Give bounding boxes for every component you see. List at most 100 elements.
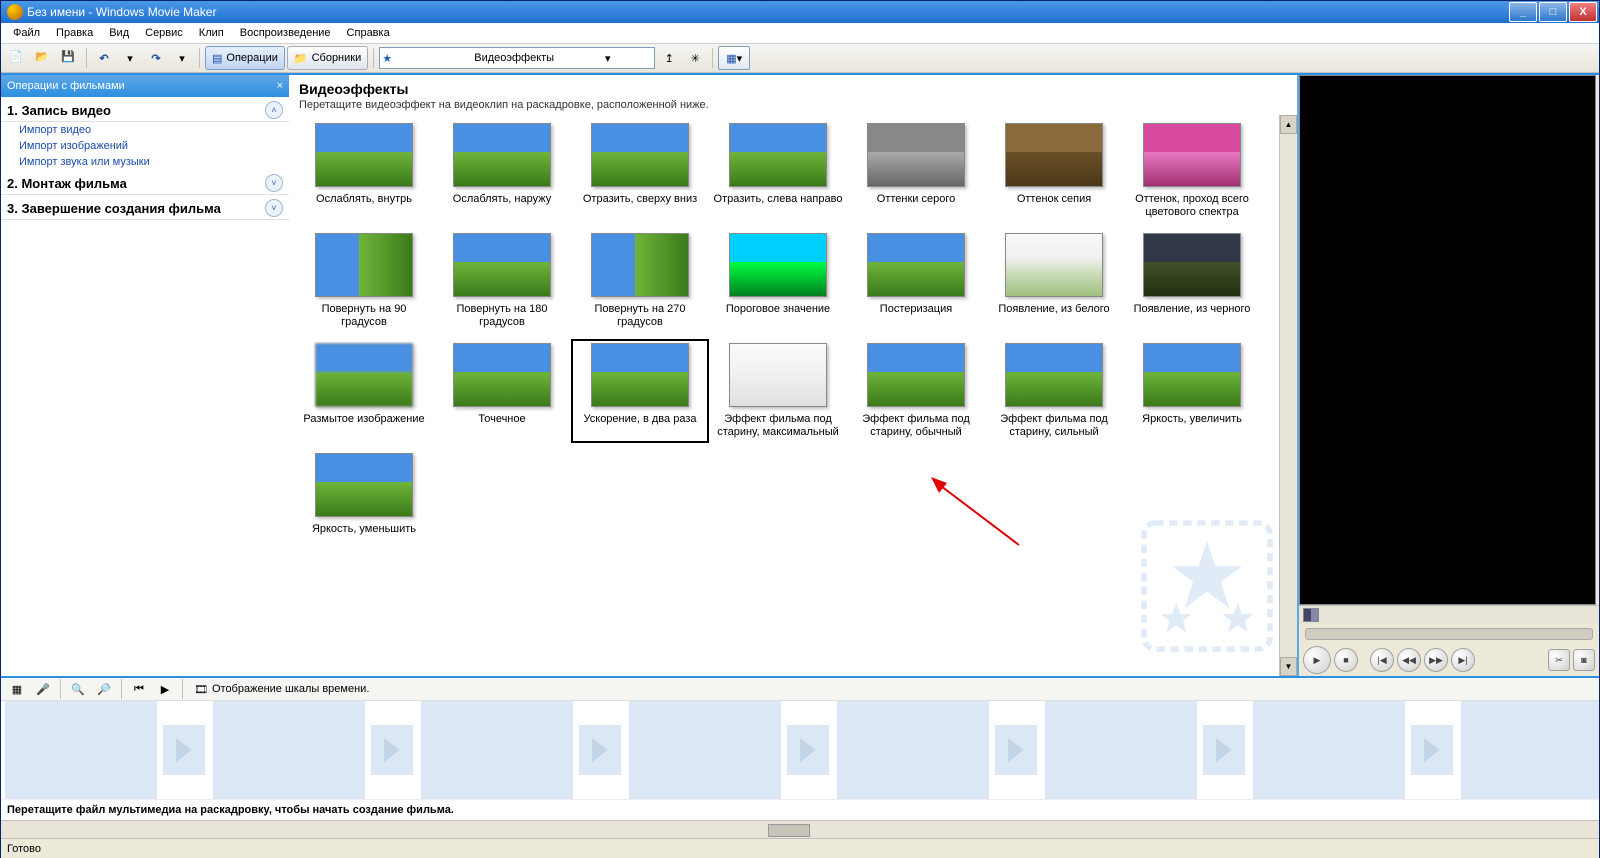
scrollbar[interactable]: ▲▼	[1279, 115, 1297, 676]
effect-item[interactable]: Появление, из белого	[985, 229, 1123, 333]
storyboard-cell[interactable]	[837, 701, 1037, 799]
maximize-button[interactable]: □	[1539, 2, 1567, 22]
effect-item[interactable]: Отразить, слева направо	[709, 119, 847, 223]
clip-slot[interactable]	[837, 701, 989, 799]
effect-item[interactable]: Оттенок сепия	[985, 119, 1123, 223]
clip-slot[interactable]	[1045, 701, 1197, 799]
clip-slot[interactable]	[421, 701, 573, 799]
storyboard-cell[interactable]	[629, 701, 829, 799]
scroll-up-icon[interactable]: ▲	[1280, 115, 1297, 134]
menu-file[interactable]: Файл	[5, 25, 48, 41]
effect-item[interactable]: Повернуть на 90 градусов	[295, 229, 433, 333]
menu-edit[interactable]: Правка	[48, 25, 101, 41]
task-section-2[interactable]: 2. Монтаж фильма˅	[1, 170, 289, 195]
open-button[interactable]: 📂	[31, 46, 55, 70]
new-button[interactable]: 📄	[5, 46, 29, 70]
timeline-hscroll[interactable]	[1, 820, 1599, 838]
transition-slot[interactable]	[995, 725, 1037, 775]
effect-item[interactable]: Яркость, увеличить	[1123, 339, 1261, 443]
effect-item[interactable]: Размытое изображение	[295, 339, 433, 443]
undo-dd[interactable]: ▾	[118, 46, 142, 70]
task-import-video[interactable]: Импорт видео	[1, 122, 289, 138]
clip-slot[interactable]	[629, 701, 781, 799]
tl-rewind-button[interactable]: ⏮	[127, 677, 151, 701]
storyboard-cell[interactable]	[1461, 701, 1599, 799]
effect-item[interactable]: Отразить, сверху вниз	[571, 119, 709, 223]
up-button[interactable]: ↥	[657, 46, 681, 70]
view-button[interactable]: ▦ ▾	[718, 46, 750, 70]
menu-clip[interactable]: Клип	[191, 25, 232, 41]
redo-dd[interactable]: ▾	[170, 46, 194, 70]
menu-tools[interactable]: Сервис	[137, 25, 191, 41]
clip-slot[interactable]	[5, 701, 157, 799]
tl-play-button[interactable]: ▶	[153, 677, 177, 701]
rewind-button[interactable]: ◀◀	[1397, 648, 1421, 672]
effect-item[interactable]: Постеризация	[847, 229, 985, 333]
next-button[interactable]: ▶|	[1451, 648, 1475, 672]
task-section-3[interactable]: 3. Завершение создания фильма˅	[1, 195, 289, 220]
clip-slot[interactable]	[213, 701, 365, 799]
save-button[interactable]: 💾	[57, 46, 81, 70]
storyboard-cell[interactable]	[1253, 701, 1453, 799]
effect-item[interactable]: Эффект фильма под старину, сильный	[985, 339, 1123, 443]
tl-view-button[interactable]: ▦	[5, 677, 29, 701]
undo-button[interactable]: ↶	[92, 46, 116, 70]
menu-view[interactable]: Вид	[101, 25, 137, 41]
minimize-button[interactable]: _	[1509, 2, 1537, 22]
tl-zoomin-button[interactable]: 🔍	[66, 677, 90, 701]
clip-slot[interactable]	[1461, 701, 1599, 799]
effect-item[interactable]: Повернуть на 270 градусов	[571, 229, 709, 333]
storyboard-cell[interactable]	[5, 701, 205, 799]
snapshot-button[interactable]: ◙	[1573, 649, 1595, 671]
transition-slot[interactable]	[163, 725, 205, 775]
scroll-down-icon[interactable]: ▼	[1280, 657, 1297, 676]
forward-button[interactable]: ▶▶	[1424, 648, 1448, 672]
effect-item[interactable]: Яркость, уменьшить	[295, 449, 433, 553]
play-button[interactable]: ▶	[1303, 646, 1331, 674]
tl-zoomout-button[interactable]: 🔎	[92, 677, 116, 701]
effect-item[interactable]: Появление, из черного	[1123, 229, 1261, 333]
effect-item[interactable]: Пороговое значение	[709, 229, 847, 333]
effect-thumb	[729, 123, 827, 187]
tl-toggle-button[interactable]: 🎞Отображение шкалы времени.	[188, 678, 375, 700]
transition-slot[interactable]	[1411, 725, 1453, 775]
transition-slot[interactable]	[579, 725, 621, 775]
transition-slot[interactable]	[787, 725, 829, 775]
task-import-audio[interactable]: Импорт звука или музыки	[1, 154, 289, 170]
close-tasks-button[interactable]: ×	[277, 80, 283, 92]
effect-item[interactable]: Ослаблять, внутрь	[295, 119, 433, 223]
storyboard-track[interactable]	[1, 701, 1599, 799]
clip-slot[interactable]	[1253, 701, 1405, 799]
redo-button[interactable]: ↷	[144, 46, 168, 70]
storyboard-cell[interactable]	[1045, 701, 1245, 799]
effect-item[interactable]: Повернуть на 180 градусов	[433, 229, 571, 333]
menu-play[interactable]: Воспроизведение	[232, 25, 339, 41]
collections-button[interactable]: 📁Сборники	[287, 46, 368, 70]
storyboard-cell[interactable]	[213, 701, 413, 799]
tl-narrate-button[interactable]: 🎤	[31, 677, 55, 701]
close-button[interactable]: X	[1569, 2, 1597, 22]
stop-button[interactable]: ■	[1334, 648, 1358, 672]
location-combo[interactable]: ★Видеоэффекты▾	[379, 47, 655, 69]
effect-item[interactable]: Оттенок, проход всего цветового спектра	[1123, 119, 1261, 223]
effect-item[interactable]: Ослаблять, наружу	[433, 119, 571, 223]
transition-slot[interactable]	[1203, 725, 1245, 775]
task-import-images[interactable]: Импорт изображений	[1, 138, 289, 154]
task-section-1[interactable]: 1. Запись видео˄	[1, 97, 289, 122]
menu-help[interactable]: Справка	[339, 25, 398, 41]
newfolder-button[interactable]: ✳	[683, 46, 707, 70]
effect-label: Размытое изображение	[299, 413, 429, 439]
split-button[interactable]: ✂	[1548, 649, 1570, 671]
effect-item[interactable]: Точечное	[433, 339, 571, 443]
effect-item[interactable]: Ускорение, в два раза	[571, 339, 709, 443]
effect-item[interactable]: Эффект фильма под старину, максимальный	[709, 339, 847, 443]
storyboard-cell[interactable]	[421, 701, 621, 799]
effect-item[interactable]: Оттенки серого	[847, 119, 985, 223]
operations-button[interactable]: ▤Операции	[205, 46, 285, 70]
transition-slot[interactable]	[371, 725, 413, 775]
effect-item[interactable]: Эффект фильма под старину, обычный	[847, 339, 985, 443]
prev-button[interactable]: |◀	[1370, 648, 1394, 672]
seek-slider[interactable]	[1305, 628, 1593, 640]
effect-thumb	[867, 343, 965, 407]
preview-splitbar[interactable]	[1299, 605, 1599, 624]
